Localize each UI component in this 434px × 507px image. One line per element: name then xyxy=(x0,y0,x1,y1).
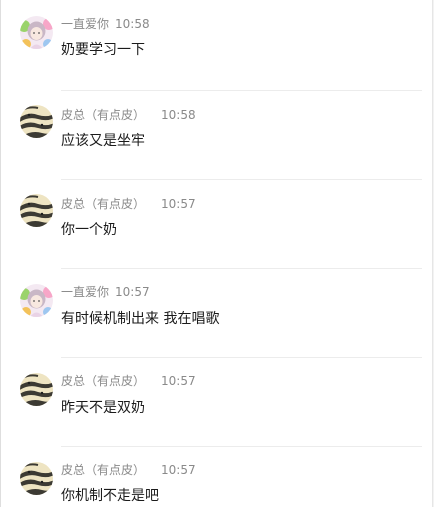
chat-message: 皮总（有点皮） 10:57 你一个奶 xyxy=(1,179,432,268)
message-text: 昨天不是双奶 xyxy=(61,400,145,416)
sender-name: 一直爱你 xyxy=(61,17,110,31)
sender-name: 一直爱你 xyxy=(61,285,110,299)
girl-avatar[interactable] xyxy=(20,284,53,317)
message-time: 10:57 xyxy=(161,197,196,211)
sender-name: 皮总（有点皮） xyxy=(61,463,146,477)
message-text: 应该又是坐牢 xyxy=(61,133,145,149)
cat-avatar-icon xyxy=(20,194,53,227)
sender-name: 皮总（有点皮） xyxy=(61,197,146,211)
message-meta: 皮总（有点皮） 10:58 xyxy=(61,108,196,122)
girl-avatar-icon xyxy=(20,16,53,49)
message-text: 你机制不走是吧 xyxy=(61,488,159,504)
message-text: 奶要学习一下 xyxy=(61,42,145,58)
chat-message: 一直爱你 10:57 有时候机制出来 我在唱歌 xyxy=(1,268,432,357)
message-time: 10:57 xyxy=(161,374,196,388)
message-text: 你一个奶 xyxy=(61,222,117,238)
message-text: 有时候机制出来 我在唱歌 xyxy=(61,311,220,327)
message-time: 10:57 xyxy=(115,285,150,299)
sender-name: 皮总（有点皮） xyxy=(61,374,146,388)
chat-message: 皮总（有点皮） 10:58 应该又是坐牢 xyxy=(1,90,432,180)
cat-avatar[interactable] xyxy=(20,105,53,138)
girl-avatar-icon xyxy=(20,284,53,317)
cat-avatar[interactable] xyxy=(20,194,53,227)
chat-message-list[interactable]: 一直爱你 10:58 奶要学习一下 皮总（有点皮） 10:58 应该又是坐牢 皮… xyxy=(0,0,433,507)
message-meta: 一直爱你 10:57 xyxy=(61,285,150,299)
chat-message: 一直爱你 10:58 奶要学习一下 xyxy=(1,0,432,90)
cat-avatar-icon xyxy=(20,105,53,138)
chat-message: 皮总（有点皮） 10:57 你机制不走是吧 xyxy=(1,446,432,507)
chat-message: 皮总（有点皮） 10:57 昨天不是双奶 xyxy=(1,357,432,446)
cat-avatar-icon xyxy=(20,373,53,406)
message-time: 10:58 xyxy=(115,17,150,31)
message-meta: 皮总（有点皮） 10:57 xyxy=(61,197,196,211)
message-meta: 皮总（有点皮） 10:57 xyxy=(61,374,196,388)
message-time: 10:58 xyxy=(161,108,196,122)
girl-avatar[interactable] xyxy=(20,16,53,49)
cat-avatar[interactable] xyxy=(20,462,53,495)
cat-avatar[interactable] xyxy=(20,373,53,406)
message-time: 10:57 xyxy=(161,463,196,477)
sender-name: 皮总（有点皮） xyxy=(61,108,146,122)
message-meta: 一直爱你 10:58 xyxy=(61,17,150,31)
cat-avatar-icon xyxy=(20,462,53,495)
message-meta: 皮总（有点皮） 10:57 xyxy=(61,463,196,477)
